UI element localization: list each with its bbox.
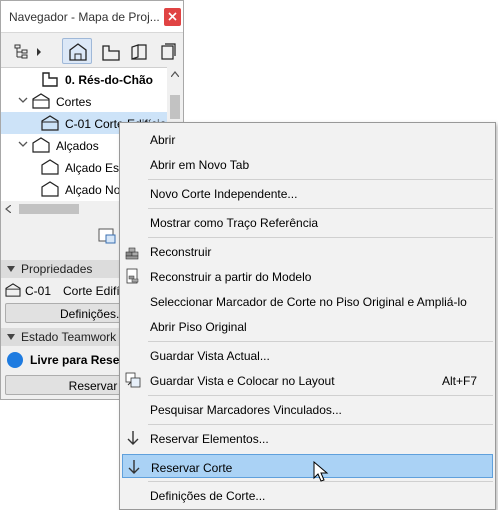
menu-item-show-as-trace[interactable]: Mostrar como Traço Referência — [122, 210, 493, 234]
menu-item-label: Guardar Vista e Colocar no Layout — [150, 374, 335, 388]
menu-item-label: Reservar Corte — [151, 461, 233, 475]
menu-item-shortcut: Alt+F7 — [441, 374, 477, 388]
menu-item-label: Reconstruir — [150, 245, 212, 259]
publisher-icon — [161, 43, 176, 60]
scroll-thumb[interactable] — [19, 204, 79, 214]
tree-item-label: Alçado No — [65, 183, 121, 197]
menu-item-save-view-place-layout[interactable]: Guardar Vista e Colocar no Layout Alt+F7 — [122, 368, 493, 392]
project-map-button[interactable] — [62, 38, 92, 64]
navigator-toolbar — [1, 34, 183, 67]
menu-item-label: Mostrar como Traço Referência — [150, 216, 319, 230]
rebuild-icon — [125, 247, 139, 260]
menu-separator — [148, 341, 493, 342]
view-settings-icon — [98, 228, 116, 244]
menu-item-open[interactable]: Abrir — [122, 127, 493, 151]
reserve-arrow-icon — [128, 460, 140, 474]
menu-item-label: Abrir em Novo Tab — [150, 158, 250, 172]
tree-item-sections[interactable]: Cortes — [1, 90, 167, 112]
collapse-triangle-icon — [7, 266, 15, 272]
menu-item-find-linked-markers[interactable]: Pesquisar Marcadores Vinculados... — [122, 397, 493, 421]
menu-item-label: Abrir — [150, 133, 176, 147]
elevation-icon — [41, 181, 59, 197]
scroll-thumb[interactable] — [170, 95, 180, 119]
status-dot-icon — [7, 352, 23, 368]
section-icon — [41, 115, 59, 131]
tree-item-ground-floor[interactable]: 0. Rés-do-Chão — [1, 68, 167, 90]
menu-separator — [148, 208, 493, 209]
save-view-layout-icon — [125, 372, 141, 388]
chevron-down-icon[interactable] — [18, 95, 28, 105]
section-title: Estado Teamwork — [21, 330, 117, 344]
reserve-arrow-icon — [127, 431, 139, 445]
layout-book-button[interactable] — [125, 38, 151, 64]
tree-item-label: Cortes — [56, 95, 92, 109]
menu-item-open-new-tab[interactable]: Abrir em Novo Tab — [122, 152, 493, 176]
book-icon — [131, 44, 147, 60]
menu-item-select-marker-zoom[interactable]: Seleccionar Marcador de Corte no Piso Or… — [122, 289, 493, 313]
house-icon — [69, 43, 87, 61]
property-id: C-01 — [25, 284, 52, 298]
menu-item-label: Abrir Piso Original — [150, 320, 247, 334]
menu-item-section-settings[interactable]: Definições de Corte... — [122, 483, 493, 507]
navigator-title: Navegador - Mapa de Proj... — [9, 10, 160, 24]
menu-item-rebuild[interactable]: Reconstruir — [122, 239, 493, 263]
menu-item-new-independent-section[interactable]: Novo Corte Independente... — [122, 181, 493, 205]
rebuild-from-model-icon — [126, 268, 139, 284]
section-title: Propriedades — [21, 262, 93, 276]
settings-preview-button[interactable] — [97, 227, 119, 247]
property-name: Corte Edifíc — [63, 284, 126, 298]
view-map-button[interactable] — [96, 38, 124, 64]
menu-item-label: Definições de Corte... — [150, 489, 266, 503]
elevation-folder-icon — [32, 137, 50, 153]
section-icon — [5, 283, 21, 297]
publisher-sets-button[interactable] — [154, 38, 180, 64]
navigator-titlebar: Navegador - Mapa de Proj... — [1, 1, 183, 33]
menu-item-label: Reservar Elementos... — [150, 432, 269, 446]
tree-item-label: 0. Rés-do-Chão — [65, 73, 154, 87]
menu-item-save-current-view[interactable]: Guardar Vista Actual... — [122, 343, 493, 367]
scroll-left-icon[interactable] — [5, 205, 11, 213]
tree-item-label: Alçados — [56, 139, 99, 153]
menu-item-reserve-elements[interactable]: Reservar Elementos... — [122, 426, 493, 450]
close-button[interactable] — [164, 8, 181, 26]
view-map-icon — [102, 45, 120, 61]
chevron-down-icon[interactable] — [18, 139, 28, 149]
menu-separator — [148, 424, 493, 425]
menu-separator — [148, 237, 493, 238]
menu-item-label: Novo Corte Independente... — [150, 187, 298, 201]
menu-item-open-source-floor[interactable]: Abrir Piso Original — [122, 314, 493, 338]
menu-item-rebuild-from-model[interactable]: Reconstruir a partir do Modelo — [122, 264, 493, 288]
scroll-up-icon[interactable] — [171, 71, 179, 77]
elevation-icon — [41, 159, 59, 175]
chevron-right-icon — [37, 48, 41, 56]
menu-item-reserve-section[interactable]: Reservar Corte — [122, 454, 493, 478]
menu-item-label: Guardar Vista Actual... — [150, 349, 270, 363]
floor-plan-icon — [42, 72, 58, 87]
menu-item-label: Reconstruir a partir do Modelo — [150, 270, 312, 284]
menu-separator — [148, 179, 493, 180]
view-map-dropdown-button[interactable] — [5, 38, 45, 64]
close-icon — [168, 12, 177, 21]
collapse-triangle-icon — [7, 334, 15, 340]
tree-structure-icon — [14, 44, 28, 59]
mouse-cursor-icon — [313, 461, 329, 482]
menu-item-label: Pesquisar Marcadores Vinculados... — [150, 403, 342, 417]
menu-separator — [148, 395, 493, 396]
context-menu: Abrir Abrir em Novo Tab Novo Corte Indep… — [119, 122, 496, 510]
menu-item-label: Seleccionar Marcador de Corte no Piso Or… — [150, 295, 467, 309]
section-folder-icon — [32, 93, 50, 109]
tree-item-label: Alçado Est — [65, 161, 123, 175]
